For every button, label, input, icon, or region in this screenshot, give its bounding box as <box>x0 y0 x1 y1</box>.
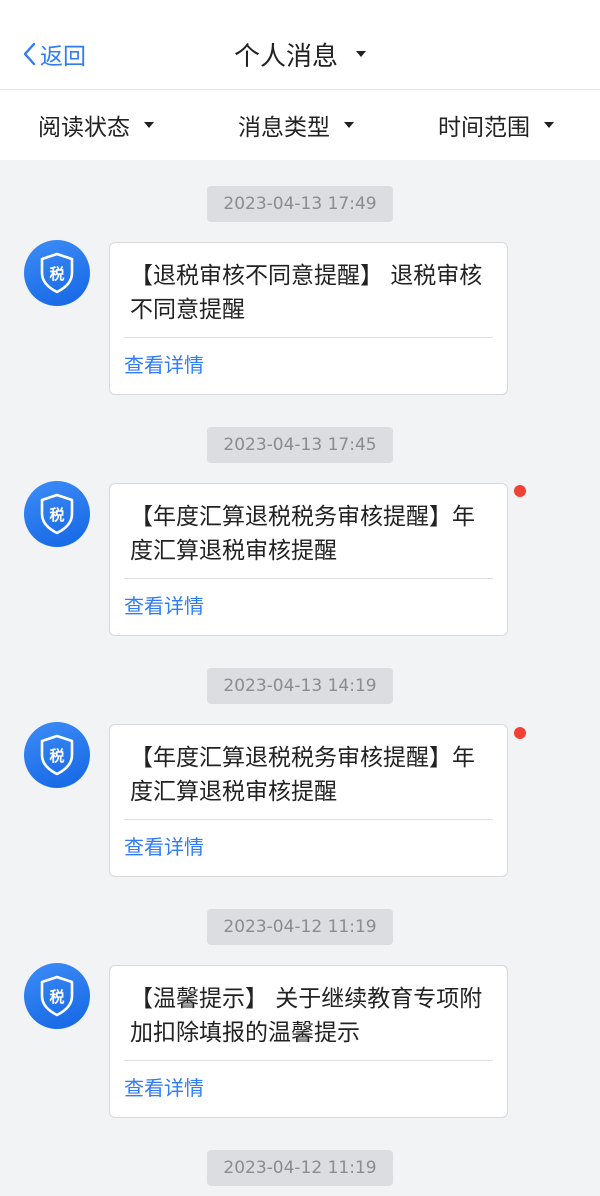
timestamp-row: 2023-04-13 14:19 <box>0 668 600 704</box>
timestamp: 2023-04-13 17:45 <box>207 427 393 463</box>
unread-dot <box>514 485 526 497</box>
divider <box>124 1060 493 1061</box>
svg-text:税: 税 <box>49 747 64 765</box>
svg-text:税: 税 <box>49 265 64 283</box>
message-type-label: 消息类型 <box>238 115 330 141</box>
caret-down-icon <box>544 122 554 128</box>
page-title: 个人消息 <box>233 41 338 72</box>
tax-avatar: 税 <box>24 963 90 1029</box>
message-card[interactable]: 【年度汇算退税税务审核提醒】年度汇算退税审核提醒 查看详情 <box>109 483 508 636</box>
message-type-filter[interactable]: 消息类型 <box>238 90 354 160</box>
filter-bar: 阅读状态 消息类型 时间范围 <box>0 90 600 160</box>
timestamp: 2023-04-12 11:19 <box>207 909 393 945</box>
divider <box>124 337 493 338</box>
timestamp-row: 2023-04-13 17:45 <box>0 427 600 463</box>
message-card[interactable]: 【退税审核不同意提醒】 退税审核不同意提醒 查看详情 <box>109 242 508 395</box>
message-text: 【温馨提示】 关于继续教育专项附加扣除填报的温馨提示 <box>130 986 483 1046</box>
timestamp: 2023-04-13 14:19 <box>207 668 393 704</box>
divider <box>124 819 493 820</box>
shield-icon: 税 <box>40 252 74 294</box>
timestamp-row: 2023-04-12 11:19 <box>0 1150 600 1186</box>
message-text: 【退税审核不同意提醒】 退税审核不同意提醒 <box>130 263 483 323</box>
read-status-label: 阅读状态 <box>38 115 130 141</box>
view-details-link[interactable]: 查看详情 <box>124 1073 204 1103</box>
timestamp: 2023-04-13 17:49 <box>207 186 393 222</box>
message-card[interactable]: 【温馨提示】 关于继续教育专项附加扣除填报的温馨提示 查看详情 <box>109 965 508 1118</box>
view-details-link[interactable]: 查看详情 <box>124 591 204 621</box>
tax-avatar: 税 <box>24 722 90 788</box>
time-range-label: 时间范围 <box>438 115 530 141</box>
message-card[interactable]: 【年度汇算退税税务审核提醒】年度汇算退税审核提醒 查看详情 <box>109 724 508 877</box>
read-status-filter[interactable]: 阅读状态 <box>38 90 154 160</box>
view-details-link[interactable]: 查看详情 <box>124 832 204 862</box>
tax-avatar: 税 <box>24 240 90 306</box>
timestamp-row: 2023-04-13 17:49 <box>0 186 600 222</box>
tax-avatar: 税 <box>24 481 90 547</box>
divider <box>124 578 493 579</box>
svg-text:税: 税 <box>49 506 64 524</box>
nav-header: 返回 个人消息 <box>0 0 600 90</box>
caret-down-icon <box>344 122 354 128</box>
svg-text:税: 税 <box>49 988 64 1006</box>
timestamp: 2023-04-12 11:19 <box>207 1150 393 1186</box>
view-details-link[interactable]: 查看详情 <box>124 350 204 380</box>
message-text: 【年度汇算退税税务审核提醒】年度汇算退税审核提醒 <box>130 745 475 805</box>
page-title-dropdown[interactable]: 个人消息 <box>0 36 600 72</box>
caret-down-icon <box>144 122 154 128</box>
caret-down-icon <box>356 51 366 57</box>
timestamp-row: 2023-04-12 11:19 <box>0 909 600 945</box>
time-range-filter[interactable]: 时间范围 <box>438 90 554 160</box>
message-text: 【年度汇算退税税务审核提醒】年度汇算退税审核提醒 <box>130 504 475 564</box>
shield-icon: 税 <box>40 975 74 1017</box>
unread-dot <box>514 727 526 739</box>
shield-icon: 税 <box>40 734 74 776</box>
shield-icon: 税 <box>40 493 74 535</box>
